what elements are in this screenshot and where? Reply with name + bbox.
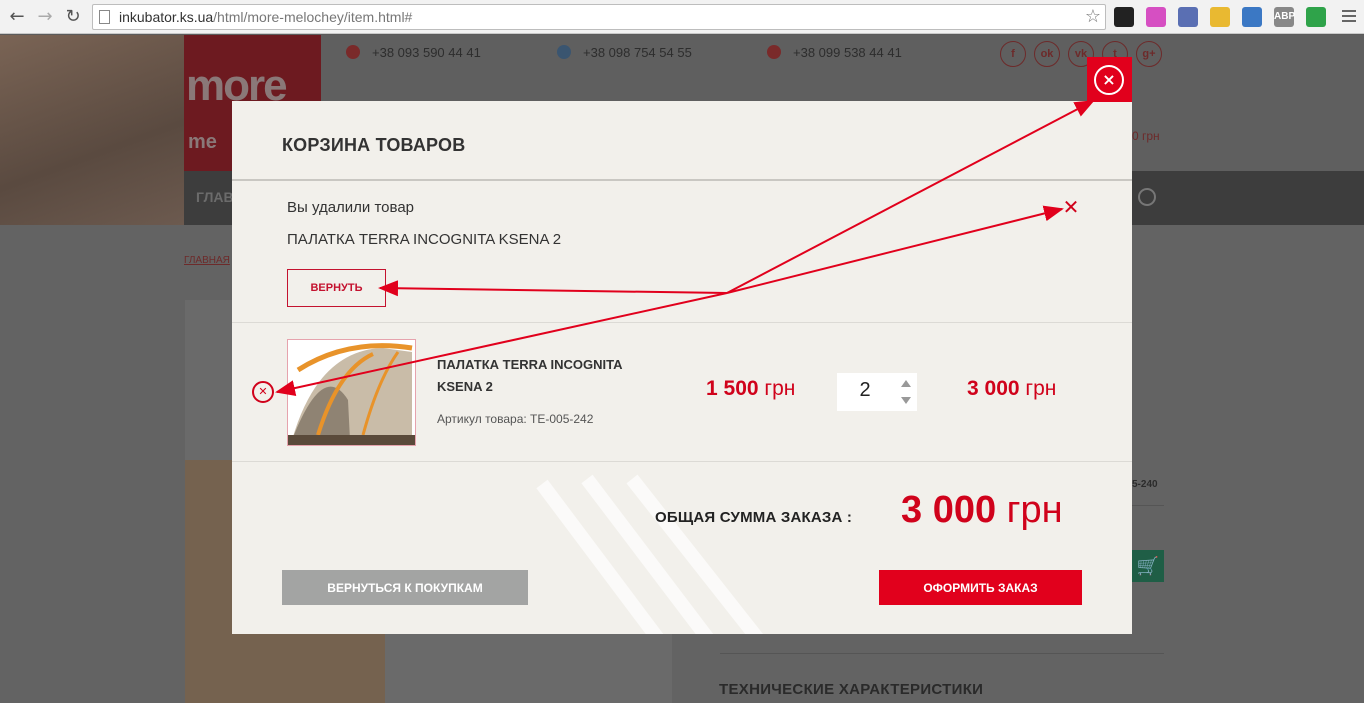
facebook-icon[interactable]: f: [1000, 41, 1026, 67]
checklist-extension-icon[interactable]: [1114, 7, 1134, 27]
restore-button[interactable]: ВЕРНУТЬ: [287, 269, 386, 307]
quantity-stepper[interactable]: 2: [837, 373, 917, 411]
nav-item-home[interactable]: ГЛАВ: [196, 189, 234, 205]
gradient-extension-icon[interactable]: [1146, 7, 1166, 27]
odnoklassniki-icon[interactable]: ok: [1034, 41, 1060, 67]
currency: грн: [1025, 377, 1057, 400]
browser-menu-icon[interactable]: [1342, 10, 1356, 25]
reload-icon[interactable]: ↻: [62, 6, 84, 28]
phone-number: +38 099 538 44 41: [793, 45, 902, 60]
quantity-value[interactable]: 2: [837, 379, 893, 402]
page-icon: [99, 10, 110, 24]
breadcrumb[interactable]: ГЛАВНАЯ: [184, 255, 230, 266]
currency: грн: [1006, 489, 1063, 531]
cart-modal: КОРЗИНА ТОВАРОВ Вы удалили товар ПАЛАТКА…: [232, 101, 1132, 634]
divider: [720, 653, 1164, 654]
tent-image: [288, 340, 415, 445]
removed-message: Вы удалили товар: [287, 199, 415, 216]
item-sum-value: 3 000: [967, 377, 1020, 400]
url-host: inkubator.ks.ua: [119, 9, 214, 25]
logo-text-secondary: me: [188, 131, 217, 153]
decorative-stripes: [536, 474, 764, 634]
removed-product-name: ПАЛАТКА TERRA INCOGNITA KSENA 2: [287, 231, 562, 248]
cart-icon[interactable]: 🛒: [1132, 550, 1164, 582]
cart-item-sku: Артикул товара: TE-005-242: [437, 412, 594, 426]
header-photo: [0, 35, 184, 225]
quantity-up-icon[interactable]: [901, 380, 911, 387]
divider: [232, 461, 1132, 462]
product-thumbnail[interactable]: [287, 339, 416, 446]
search-icon[interactable]: [1138, 188, 1156, 206]
address-bar[interactable]: inkubator.ks.ua/html/more-melochey/item.…: [92, 4, 1106, 30]
pencil-extension-icon[interactable]: [1210, 7, 1230, 27]
phone-operator-icon: [557, 45, 571, 59]
quantity-down-icon[interactable]: [901, 397, 911, 404]
modal-title: КОРЗИНА ТОВАРОВ: [282, 135, 466, 155]
header-cart-total: 0 грн: [1132, 129, 1160, 143]
phone-operator-icon: [346, 45, 360, 59]
url-text[interactable]: inkubator.ks.ua/html/more-melochey/item.…: [119, 9, 412, 25]
unit-price: 1 500 грн: [706, 377, 795, 401]
google-plus-icon[interactable]: g+: [1136, 41, 1162, 67]
unit-price-value: 1 500: [706, 377, 759, 400]
checkout-button[interactable]: ОФОРМИТЬ ЗАКАЗ: [879, 570, 1082, 605]
url-path: /html/more-melochey/item.html#: [213, 9, 413, 25]
phone-operator-icon: [767, 45, 781, 59]
phone-1: +38 093 590 44 41: [346, 45, 481, 60]
phone-2: +38 098 754 54 55: [557, 45, 692, 60]
close-icon: ×: [1094, 65, 1124, 95]
total-amount: 3 000: [901, 489, 997, 531]
total-value: 3 000 грн: [901, 489, 1063, 532]
currency: грн: [764, 377, 796, 400]
dismiss-notice-icon[interactable]: ✕: [1062, 196, 1080, 218]
cart-item-name[interactable]: ПАЛАТКА TERRA INCOGNITA KSENA 2: [437, 354, 657, 398]
tech-specs-title: ТЕХНИЧЕСКИЕ ХАРАКТЕРИСТИКИ: [719, 681, 984, 698]
shield-extension-icon[interactable]: [1178, 7, 1198, 27]
adblock-extension-icon[interactable]: ABP: [1274, 7, 1295, 27]
title-divider: [232, 179, 1132, 181]
screen-extension-icon[interactable]: [1242, 7, 1262, 27]
browser-toolbar: ← → ↻ inkubator.ks.ua/html/more-melochey…: [0, 0, 1364, 34]
back-arrow-icon[interactable]: ←: [6, 6, 28, 28]
modal-close-button[interactable]: ×: [1087, 57, 1132, 102]
forward-arrow-icon[interactable]: →: [34, 6, 56, 28]
continue-shopping-button[interactable]: ВЕРНУТЬСЯ К ПОКУПКАМ: [282, 570, 528, 605]
phone-3: +38 099 538 44 41: [767, 45, 902, 60]
bookmark-star-icon[interactable]: ☆: [1085, 6, 1101, 27]
divider: [232, 322, 1132, 323]
phone-number: +38 098 754 54 55: [583, 45, 692, 60]
hangouts-extension-icon[interactable]: [1306, 7, 1326, 27]
remove-item-icon[interactable]: ✕: [252, 381, 274, 403]
item-sum: 3 000 грн: [967, 377, 1056, 401]
phone-number: +38 093 590 44 41: [372, 45, 481, 60]
total-label: ОБЩАЯ СУММА ЗАКАЗА :: [655, 509, 853, 526]
product-code: 5-240: [1132, 479, 1158, 490]
